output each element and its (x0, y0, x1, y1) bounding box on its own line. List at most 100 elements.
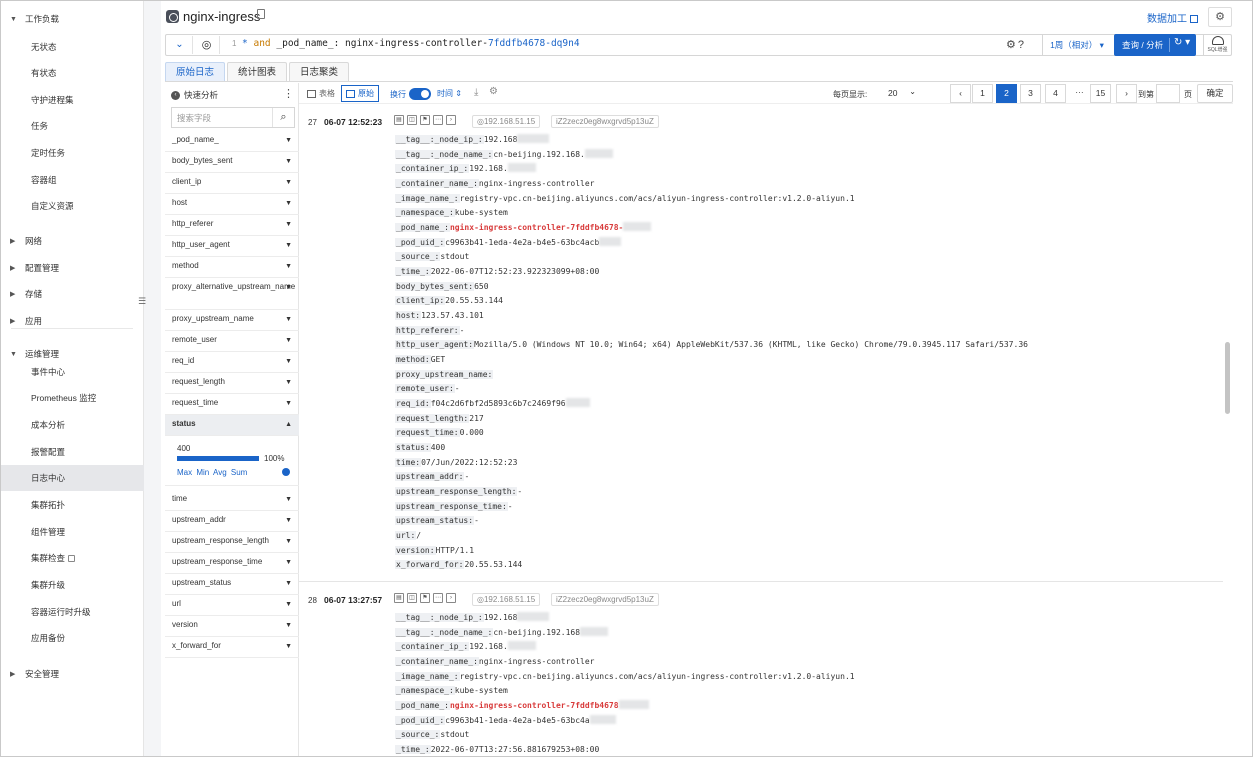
download-icon[interactable]: ⤓ (474, 87, 478, 98)
field-item-x_forward_for[interactable]: x_forward_for ▼ (165, 637, 299, 658)
nav-item-5-8[interactable]: 集群升级 (1, 572, 144, 598)
field-item-proxy_upstream_name[interactable]: proxy_upstream_name ▼ (165, 310, 299, 331)
log-field-value[interactable]: - (517, 487, 522, 496)
log-field-key[interactable]: request_length: (395, 413, 470, 423)
log-field-value[interactable]: kube-system (455, 686, 508, 695)
goto-page-input[interactable] (1156, 84, 1180, 103)
log-field-value[interactable]: 192.168. (469, 642, 508, 651)
caret-down-icon[interactable]: ▼ (285, 262, 292, 272)
more-icon[interactable]: ⋯ (433, 115, 443, 125)
log-field-key[interactable]: url: (395, 531, 417, 541)
nav-item-5-9[interactable]: 容器运行时升级 (1, 599, 144, 625)
log-field-key[interactable]: _time_: (395, 745, 431, 755)
log-field-key[interactable]: upstream_response_time: (395, 501, 508, 511)
context-icon[interactable]: ◫ (407, 115, 417, 125)
nav-item-0-2[interactable]: 守护进程集 (1, 87, 144, 113)
tab-0[interactable]: 原始日志 (165, 62, 226, 82)
caret-down-icon[interactable]: ▼ (285, 558, 292, 568)
log-field-key[interactable]: upstream_response_length: (395, 487, 518, 497)
field-item-status[interactable]: status ▲ (165, 415, 299, 436)
time-sort-button[interactable]: 时间 ⇕ (437, 88, 462, 99)
field-item-url[interactable]: url ▼ (165, 595, 299, 616)
caret-down-icon[interactable]: ▼ (285, 283, 292, 293)
time-range-select[interactable]: 1周（相对） ▾ (1042, 34, 1111, 56)
log-scrollbar[interactable] (1223, 105, 1232, 756)
nav-item-0-3[interactable]: 任务 (1, 113, 144, 139)
nav-group-6[interactable]: ▶ 安全管理 (1, 665, 144, 683)
log-field-value[interactable]: 2022-06-07T12:52:23.922323099+08:00 (431, 267, 600, 276)
field-item-body_bytes_sent[interactable]: body_bytes_sent ▼ (165, 152, 299, 173)
log-field-key[interactable]: _pod_uid_: (395, 237, 446, 247)
caret-down-icon[interactable]: ▼ (285, 579, 292, 589)
caret-down-icon[interactable]: ▼ (285, 136, 292, 146)
caret-down-icon[interactable]: ▼ (285, 315, 292, 325)
log-field-value[interactable]: 20.55.53.144 (464, 560, 522, 569)
nav-item-0-6[interactable]: 自定义资源 (1, 193, 144, 219)
log-field-value[interactable]: registry-vpc.cn-beijing.aliyuncs.com/acs… (460, 194, 855, 203)
log-field-value[interactable]: - (474, 516, 479, 525)
page-2[interactable]: 2 (996, 84, 1017, 103)
log-field-value[interactable]: HTTP/1.1 (436, 546, 475, 555)
log-field-key[interactable]: _image_name_: (395, 193, 460, 203)
page-4[interactable]: 4 (1045, 84, 1066, 103)
log-field-value[interactable]: registry-vpc.cn-beijing.aliyuncs.com/acs… (460, 672, 855, 681)
log-field-value[interactable]: nginx-ingress-controller-7fddfb4678- (450, 223, 623, 232)
log-field-value[interactable]: 217 (469, 414, 483, 423)
log-field-key[interactable]: http_referer: (395, 325, 460, 335)
context-icon[interactable]: ◫ (407, 593, 417, 604)
log-field-key[interactable]: _container_ip_: (395, 642, 470, 652)
chevron-down-icon[interactable]: ⌄ (167, 36, 193, 54)
field-item-upstream_response_time[interactable]: upstream_response_time ▼ (165, 553, 299, 574)
log-field-key[interactable]: _time_: (395, 267, 431, 277)
sql-enhance-icon[interactable]: SQL增强 (1203, 34, 1231, 56)
log-field-value[interactable]: 192.168 (484, 613, 518, 622)
expand-icon[interactable]: › (446, 115, 456, 125)
nav-group-1[interactable]: ▶ 网络 (1, 232, 144, 250)
field-item-_pod_name_[interactable]: _pod_name_ ▼ (165, 131, 299, 152)
quick-analysis-header[interactable]: ‹ 快速分析 (171, 89, 218, 101)
page-15[interactable]: 15 (1090, 84, 1111, 103)
caret-down-icon[interactable]: ▼ (285, 199, 292, 209)
field-item-upstream_status[interactable]: upstream_status ▼ (165, 574, 299, 595)
nav-item-5-2[interactable]: 成本分析 (1, 412, 144, 438)
log-field-key[interactable]: x_forward_for: (395, 560, 465, 570)
query-filter-icon[interactable]: ◎ (194, 36, 220, 54)
nav-item-5-1[interactable]: Prometheus 监控 (1, 385, 144, 411)
log-field-value[interactable]: 0.000 (460, 428, 484, 437)
log-field-value[interactable]: 400 (431, 443, 445, 452)
field-item-version[interactable]: version ▼ (165, 616, 299, 637)
log-field-value[interactable]: kube-system (455, 208, 508, 217)
more-options-icon[interactable]: ⋮ (283, 87, 294, 100)
sidebar-collapse-handle[interactable]: ☰ (138, 297, 146, 309)
page-3[interactable]: 3 (1020, 84, 1041, 103)
log-field-value[interactable]: nginx-ingress-controller-7fddfb4678 (450, 701, 619, 710)
log-field-key[interactable]: _namespace_: (395, 208, 455, 218)
field-item-upstream_response_length[interactable]: upstream_response_length ▼ (165, 532, 299, 553)
log-field-key[interactable]: body_bytes_sent: (395, 281, 475, 291)
caret-down-icon[interactable]: ▼ (285, 399, 292, 409)
next-page-button[interactable]: › (1116, 84, 1137, 103)
caret-down-icon[interactable]: ▼ (285, 241, 292, 251)
caret-down-icon[interactable]: ▼ (285, 642, 292, 652)
nav-item-0-1[interactable]: 有状态 (1, 60, 144, 86)
log-field-key[interactable]: _container_name_: (395, 179, 479, 188)
nav-group-2[interactable]: ▶ 配置管理 (1, 259, 144, 277)
log-field-value[interactable]: c9963b41-1eda-4e2a-b4e5-63bc4acb (445, 238, 599, 247)
log-field-key[interactable]: __tag__:_node_ip_: (395, 613, 484, 623)
log-field-value[interactable]: nginx-ingress-controller (479, 179, 595, 188)
data-processing-link[interactable]: 数据加工 (1147, 10, 1198, 25)
log-field-value[interactable]: - (455, 384, 460, 393)
log-field-key[interactable]: upstream_addr: (395, 472, 465, 482)
refresh-icon[interactable]: ↻ ▾ (1174, 37, 1190, 48)
flag-icon[interactable]: ⚑ (420, 115, 430, 125)
nav-group-3[interactable]: ▶ 存储 (1, 285, 144, 303)
caret-down-icon[interactable]: ▼ (285, 516, 292, 526)
display-settings-icon[interactable]: ⚙ (489, 86, 498, 97)
caret-down-icon[interactable]: ▼ (285, 621, 292, 631)
log-field-key[interactable]: method: (395, 355, 431, 365)
query-input[interactable]: * and _pod_name_: nginx-ingress-controll… (242, 38, 580, 49)
log-field-key[interactable]: __tag__:_node_name_: (395, 627, 494, 637)
nav-item-5-6[interactable]: 组件管理 (1, 519, 144, 545)
copy-icon[interactable]: ▤ (394, 593, 404, 604)
nav-item-0-0[interactable]: 无状态 (1, 34, 144, 60)
